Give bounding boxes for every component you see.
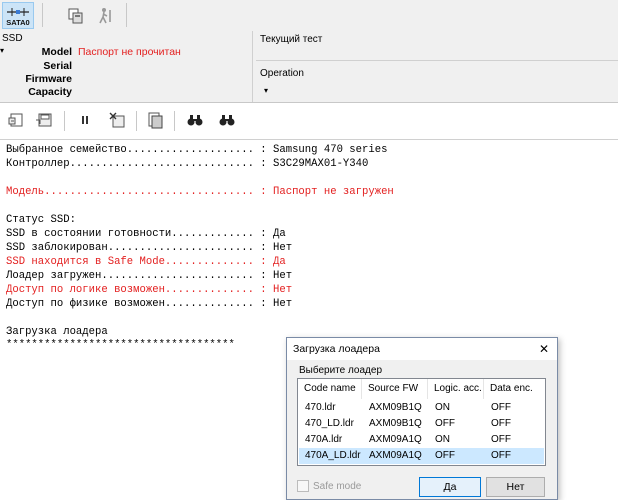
table-row[interactable]: 470A.ldr AXM09A1Q ON OFF	[299, 432, 544, 448]
log-line: Контроллер............................. …	[6, 158, 369, 170]
ssd-section-label: SSD	[2, 33, 23, 44]
loader-dialog: Загрузка лоадера ✕ Выберите лоадер Code …	[286, 337, 558, 500]
pause-icon	[82, 116, 88, 124]
stop-button[interactable]	[104, 107, 130, 133]
safe-mode-checkbox[interactable]: Safe mode	[297, 480, 361, 492]
command-toolbar	[0, 103, 618, 140]
cell-logic-acc: OFF	[435, 418, 455, 429]
column-header[interactable]: Code name	[298, 379, 362, 399]
dialog-title-bar: Загрузка лоадера ✕	[287, 338, 557, 360]
column-header[interactable]: Data enc.	[484, 379, 544, 399]
log-line: SSD в состоянии готовности............. …	[6, 228, 286, 240]
binoculars-icon	[187, 115, 203, 126]
log-line: SSD заблокирован....................... …	[6, 242, 293, 254]
log-line: Модель................................. …	[6, 186, 394, 198]
log-line: Выбранное семейство.................... …	[6, 144, 388, 156]
yes-button[interactable]: Да	[419, 477, 481, 497]
loader-table: Code name Source FW Logic. acc. Data enc…	[297, 378, 546, 466]
log-line: SSD находится в Safe Mode.............. …	[6, 256, 286, 268]
log-line: ************************************	[6, 339, 235, 351]
cell-code-name: 470_LD.ldr	[305, 418, 354, 429]
log-line: Загрузка лоадера	[6, 326, 108, 338]
cell-source-fw: AXM09B1Q	[369, 418, 422, 429]
checkbox-box[interactable]	[297, 480, 309, 492]
cell-source-fw: AXM09B1Q	[369, 402, 422, 413]
cell-logic-acc: OFF	[435, 450, 455, 461]
top-toolbar: SATA0	[0, 0, 618, 32]
binoculars-next-icon	[219, 115, 235, 126]
cell-code-name: 470.ldr	[305, 402, 336, 413]
capacity-field-label: Capacity	[28, 86, 72, 98]
clipboard-button[interactable]	[142, 107, 168, 133]
column-header[interactable]: Source FW	[362, 379, 428, 399]
model-field-value: Паспорт не прочитан	[78, 46, 181, 58]
walk-icon	[99, 7, 111, 23]
cell-code-name: 470A_LD.ldr	[305, 450, 361, 461]
dialog-title: Загрузка лоадера	[293, 343, 380, 355]
log-line: Лоадер загружен........................ …	[6, 270, 293, 282]
cell-source-fw: AXM09A1Q	[369, 434, 422, 445]
save-file-button[interactable]	[32, 107, 58, 133]
log-line: Доступ по физике возможен.............. …	[6, 298, 293, 310]
device-info-panel: SSD ▾ Model Паспорт не прочитан Serial F…	[0, 31, 618, 102]
walk-button[interactable]	[90, 2, 122, 29]
cell-code-name: 470A.ldr	[305, 434, 343, 445]
log-line: Статус SSD:	[6, 214, 76, 226]
safe-mode-label: Safe mode	[313, 480, 362, 492]
stop-save-icon	[109, 112, 125, 128]
open-file-button[interactable]	[4, 107, 30, 133]
operation-label: Operation	[260, 68, 304, 79]
cell-logic-acc: ON	[435, 434, 450, 445]
no-button[interactable]: Нет	[486, 477, 545, 497]
table-row[interactable]: 470.ldr AXM09B1Q ON OFF	[299, 400, 544, 416]
cell-data-enc: OFF	[491, 450, 511, 461]
find-button[interactable]	[182, 107, 208, 133]
cell-data-enc: OFF	[491, 402, 511, 413]
cell-logic-acc: ON	[435, 402, 450, 413]
file-open-icon	[8, 113, 23, 127]
save-icon	[36, 113, 52, 127]
firmware-field-label: Firmware	[25, 73, 72, 85]
serial-field-label: Serial	[43, 60, 72, 72]
sata0-button[interactable]: SATA0	[2, 2, 34, 29]
find-next-button[interactable]	[214, 107, 240, 133]
model-field-label: Model	[41, 46, 72, 58]
pause-button[interactable]	[72, 107, 98, 133]
copy-button[interactable]	[60, 2, 92, 29]
cell-data-enc: OFF	[491, 418, 511, 429]
sata-label: SATA0	[6, 18, 29, 27]
dialog-prompt: Выберите лоадер	[299, 365, 383, 376]
cell-source-fw: AXM09A1Q	[369, 450, 422, 461]
operation-dropdown-arrow[interactable]: ▾	[264, 86, 268, 95]
table-row[interactable]: 470_LD.ldr AXM09B1Q OFF OFF	[299, 416, 544, 432]
current-test-label: Текущий тест	[260, 34, 323, 45]
copy-icon	[68, 8, 83, 23]
clipboard-icon	[148, 112, 163, 129]
cell-data-enc: OFF	[491, 434, 511, 445]
column-header[interactable]: Logic. acc.	[428, 379, 484, 399]
log-line: Доступ по логике возможен.............. …	[6, 284, 293, 296]
close-icon[interactable]: ✕	[535, 340, 553, 358]
sata-port-icon: SATA0	[6, 7, 30, 27]
table-row-selected[interactable]: 470A_LD.ldr AXM09A1Q OFF OFF	[299, 448, 544, 464]
